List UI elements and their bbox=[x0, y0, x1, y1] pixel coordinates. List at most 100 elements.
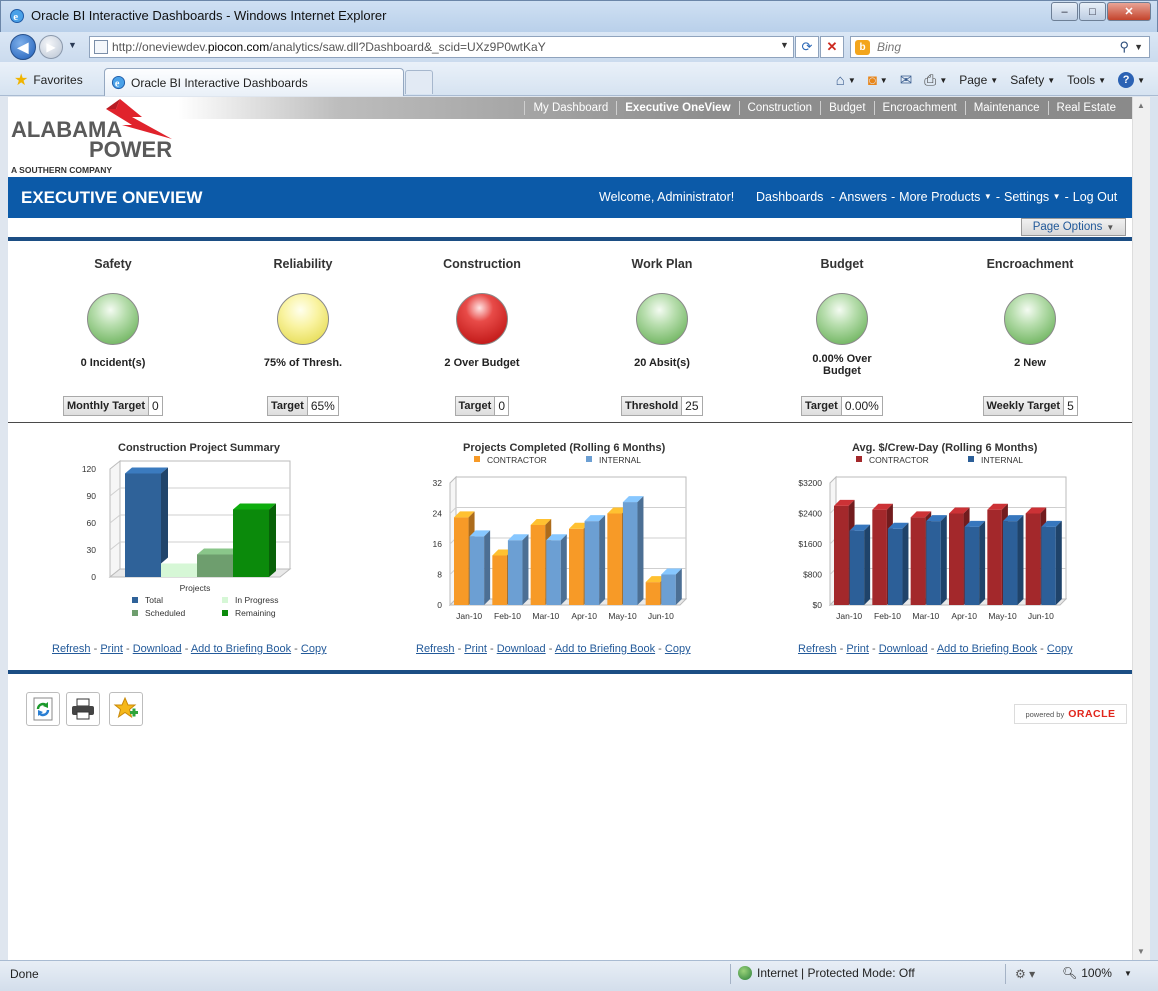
kpi-title: Construction bbox=[443, 257, 521, 271]
download-link[interactable]: Download bbox=[133, 643, 182, 655]
search-dropdown-icon[interactable]: ▼ bbox=[1134, 42, 1143, 52]
bar-internal-side bbox=[979, 520, 986, 605]
copy-link[interactable]: Copy bbox=[665, 643, 691, 655]
window-titlebar: e Oracle BI Interactive Dashboards - Win… bbox=[0, 0, 1158, 32]
help-menu[interactable]: ? ▼ bbox=[1115, 70, 1148, 90]
target-label: Target bbox=[455, 397, 496, 415]
status-indicator-icon[interactable] bbox=[456, 293, 508, 345]
refresh-icon[interactable]: ⟳ bbox=[795, 36, 819, 58]
url-input[interactable]: http://oneviewdev. piocon.com/analytics/s… bbox=[89, 36, 794, 58]
safety-menu[interactable]: Safety ▼ bbox=[1007, 70, 1058, 90]
download-link[interactable]: Download bbox=[497, 643, 546, 655]
download-link[interactable]: Download bbox=[879, 643, 928, 655]
page-icon bbox=[94, 40, 108, 54]
nav-item-construction[interactable]: Construction bbox=[738, 101, 821, 115]
search-input[interactable]: b Bing ⚲ ▼ bbox=[850, 36, 1150, 58]
print-page-button[interactable] bbox=[66, 692, 100, 726]
bar-remaining-side bbox=[269, 503, 276, 577]
legend-swatch bbox=[586, 456, 592, 462]
page-options-button[interactable]: Page Options ▼ bbox=[1021, 218, 1126, 236]
status-indicator-icon[interactable] bbox=[636, 293, 688, 345]
safety-menu-label: Safety bbox=[1010, 73, 1045, 87]
new-tab-button[interactable] bbox=[405, 70, 433, 94]
close-button[interactable]: ✕ bbox=[1107, 2, 1151, 21]
rss-icon: ◙ bbox=[867, 71, 877, 89]
bar-internal bbox=[584, 515, 606, 605]
target-value: 25 bbox=[682, 397, 702, 415]
copy-link[interactable]: Copy bbox=[301, 643, 327, 655]
zoom-icon: 🔍︎ bbox=[1062, 966, 1078, 980]
bar-remaining-top bbox=[233, 503, 276, 510]
bar-internal-front bbox=[1002, 521, 1018, 605]
bar-internal-side bbox=[864, 524, 871, 605]
history-dropdown-icon[interactable]: ▼ bbox=[68, 40, 77, 50]
status-indicator-icon[interactable] bbox=[1004, 293, 1056, 345]
scroll-down-icon[interactable]: ▼ bbox=[1137, 947, 1145, 956]
bar-internal-front bbox=[661, 574, 676, 605]
mail-button[interactable]: ✉ bbox=[897, 70, 916, 90]
home-button[interactable]: ⌂ ▼ bbox=[833, 70, 859, 90]
bar-internal-front bbox=[1041, 526, 1056, 605]
alabama-power-logo: ALABAMA POWER A SOUTHERN COMPANY bbox=[10, 99, 180, 177]
more-products-link[interactable]: More Products ▼ bbox=[899, 190, 992, 204]
copy-link[interactable]: Copy bbox=[1047, 643, 1073, 655]
settings-link[interactable]: Settings ▼ bbox=[1004, 190, 1061, 204]
legend-swatch bbox=[222, 597, 228, 603]
nav-item-real-estate[interactable]: Real Estate bbox=[1047, 101, 1124, 115]
bar-internal-side bbox=[637, 496, 644, 605]
briefing-link[interactable]: Add to Briefing Book bbox=[555, 643, 655, 655]
bar-internal-front bbox=[622, 502, 638, 605]
logout-link[interactable]: Log Out bbox=[1073, 190, 1117, 204]
maximize-button[interactable]: □ bbox=[1079, 2, 1106, 21]
bar-contractor-front bbox=[1025, 513, 1041, 605]
bar-internal bbox=[469, 530, 491, 605]
x-tick-label: Jan-10 bbox=[456, 611, 482, 621]
powered-by-label: powered by bbox=[1025, 709, 1065, 719]
nav-item-executive-oneview[interactable]: Executive OneView bbox=[616, 101, 738, 115]
y-tick-label: 60 bbox=[87, 518, 97, 528]
tab-oracle-bi[interactable]: e Oracle BI Interactive Dashboards bbox=[104, 68, 404, 96]
kpi-reliability: Reliability 75% of Thresh. bbox=[233, 257, 373, 369]
print-link[interactable]: Print bbox=[100, 643, 123, 655]
forward-button[interactable]: ▶ bbox=[39, 35, 63, 59]
protected-mode-icon[interactable]: ⚙ ▾ bbox=[1015, 967, 1035, 981]
status-indicator-icon[interactable] bbox=[816, 293, 868, 345]
feeds-button[interactable]: ◙ ▼ bbox=[865, 70, 891, 90]
x-tick-label: Apr-10 bbox=[571, 611, 597, 621]
url-prefix: http://oneviewdev. bbox=[112, 40, 208, 54]
nav-item-my-dashboard[interactable]: My Dashboard bbox=[524, 101, 616, 115]
status-indicator-icon[interactable] bbox=[87, 293, 139, 345]
more-products-label: More Products bbox=[899, 190, 981, 204]
print-toolbar-button[interactable]: ⎙ ▼ bbox=[921, 70, 950, 90]
briefing-link[interactable]: Add to Briefing Book bbox=[937, 643, 1037, 655]
search-icon[interactable]: ⚲ bbox=[1119, 39, 1129, 55]
back-button[interactable]: ◀ bbox=[10, 34, 36, 60]
x-tick-label: Projects bbox=[180, 583, 211, 593]
briefing-link[interactable]: Add to Briefing Book bbox=[191, 643, 291, 655]
nav-item-encroachment[interactable]: Encroachment bbox=[873, 101, 965, 115]
refresh-link[interactable]: Refresh bbox=[798, 643, 837, 655]
nav-item-maintenance[interactable]: Maintenance bbox=[964, 101, 1048, 115]
bar-internal-front bbox=[546, 540, 561, 605]
print-link[interactable]: Print bbox=[846, 643, 869, 655]
url-dropdown-icon[interactable]: ▼ bbox=[780, 40, 789, 50]
logo-bolt-icon bbox=[106, 99, 172, 139]
status-indicator-icon[interactable] bbox=[277, 293, 329, 345]
refresh-link[interactable]: Refresh bbox=[416, 643, 455, 655]
answers-link[interactable]: Answers bbox=[839, 190, 887, 204]
tools-menu[interactable]: Tools ▼ bbox=[1064, 70, 1109, 90]
dashboards-link[interactable]: Dashboards bbox=[756, 190, 823, 204]
vertical-scrollbar[interactable]: ▲ ▼ bbox=[1132, 97, 1150, 960]
zoom-control[interactable]: 🔍︎ 100% ▼ bbox=[1062, 966, 1132, 980]
page-menu[interactable]: Page ▼ bbox=[956, 70, 1001, 90]
scroll-up-icon[interactable]: ▲ bbox=[1137, 101, 1145, 110]
favorites-button[interactable]: ★ Favorites bbox=[8, 68, 91, 92]
refresh-page-button[interactable] bbox=[26, 692, 60, 726]
nav-item-budget[interactable]: Budget bbox=[820, 101, 873, 115]
add-favorite-button[interactable] bbox=[109, 692, 143, 726]
status-separator bbox=[730, 964, 731, 984]
minimize-button[interactable]: – bbox=[1051, 2, 1078, 21]
print-link[interactable]: Print bbox=[464, 643, 487, 655]
refresh-link[interactable]: Refresh bbox=[52, 643, 91, 655]
stop-icon[interactable]: ✕ bbox=[820, 36, 844, 58]
